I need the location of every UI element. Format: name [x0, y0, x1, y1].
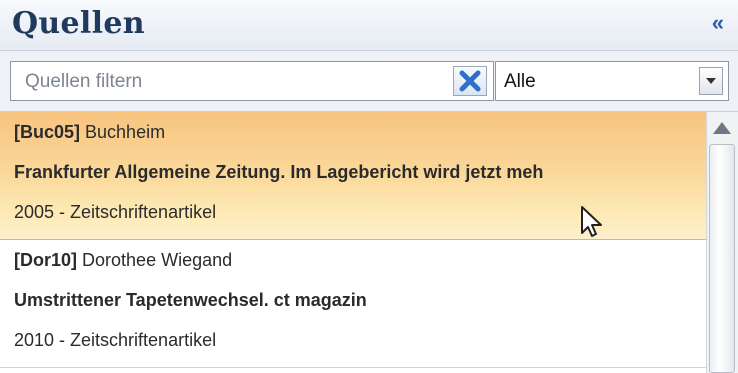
- source-title: Frankfurter Allgemeine Zeitung. Im Lageb…: [14, 162, 544, 182]
- scroll-thumb[interactable]: [709, 144, 735, 373]
- source-author: Buchheim: [85, 122, 166, 142]
- source-meta: 2010 - Zeitschriftenartikel: [14, 330, 217, 350]
- panel-header: Quellen «: [0, 0, 738, 51]
- sources-panel: Quellen « Alle [Buc05] Buchheim: [0, 0, 738, 373]
- vertical-scrollbar[interactable]: [706, 112, 738, 373]
- source-type-select[interactable]: Alle: [495, 61, 729, 101]
- source-type-value: Alle: [504, 71, 536, 92]
- source-list: [Buc05] Buchheim Frankfurter Allgemeine …: [0, 112, 706, 373]
- source-key: [Buc05]: [14, 122, 81, 142]
- x-icon: [459, 70, 481, 92]
- source-filter-box: [10, 61, 494, 101]
- clear-filter-button[interactable]: [453, 66, 487, 96]
- source-key: [Dor10]: [14, 250, 78, 270]
- source-title: Umstrittener Tapetenwechsel. ct magazin: [14, 290, 367, 310]
- arrow-up-icon[interactable]: [713, 122, 731, 134]
- source-item[interactable]: [Dor10] Dorothee Wiegand Umstrittener Ta…: [0, 240, 706, 368]
- source-type-dropdown-button[interactable]: [699, 67, 723, 95]
- source-author: Dorothee Wiegand: [82, 250, 233, 270]
- source-filter-input[interactable]: [23, 66, 447, 98]
- panel-title: Quellen: [12, 6, 145, 41]
- collapse-panel-button[interactable]: «: [712, 12, 724, 34]
- filter-bar: Alle: [0, 51, 738, 112]
- chevron-down-icon: [706, 78, 716, 84]
- mouse-pointer-icon: [581, 206, 602, 237]
